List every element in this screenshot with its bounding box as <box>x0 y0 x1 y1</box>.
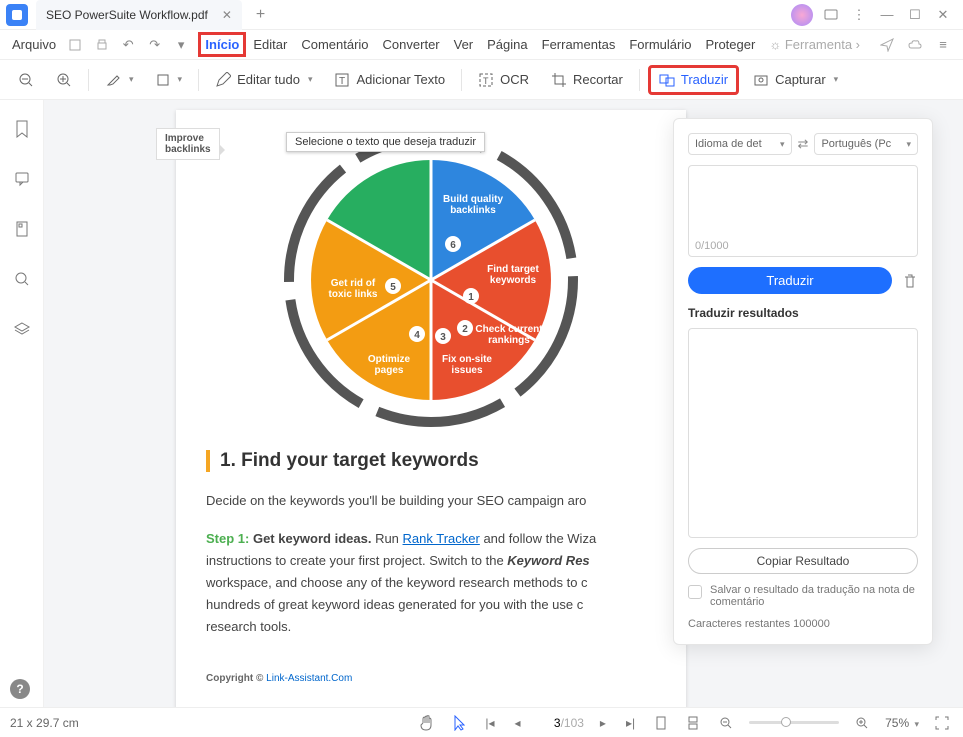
chat-icon[interactable] <box>817 1 845 29</box>
translate-panel: Idioma de det▾ ⇄ Português (Pc▾ 0/1000 T… <box>673 118 933 645</box>
help-button[interactable]: ? <box>10 679 30 699</box>
copy-result-button[interactable]: Copiar Resultado <box>688 548 918 574</box>
save-as-note-checkbox[interactable] <box>688 585 702 599</box>
comment-panel-icon[interactable] <box>11 168 33 190</box>
translation-result-box <box>688 328 918 538</box>
svg-text:Get rid oftoxic links: Get rid oftoxic links <box>329 278 378 300</box>
dropdown-icon[interactable]: ▾ <box>168 32 194 58</box>
select-tool-icon[interactable] <box>449 715 469 731</box>
zoom-in-button[interactable] <box>48 68 80 92</box>
add-text-button[interactable]: TAdicionar Texto <box>326 68 453 92</box>
zoom-slider[interactable] <box>749 721 839 724</box>
save-icon[interactable] <box>62 32 88 58</box>
prev-page-icon[interactable]: ◂ <box>511 716 525 730</box>
capture-button[interactable]: Capturar▾ <box>745 68 846 92</box>
svg-text:Build qualitybacklinks: Build qualitybacklinks <box>443 194 503 216</box>
zoom-in-status-icon[interactable] <box>851 716 873 730</box>
single-page-icon[interactable] <box>651 716 671 730</box>
app-logo <box>6 4 28 26</box>
highlight-tool[interactable]: ▾ <box>97 68 142 92</box>
menu-proteger[interactable]: Proteger <box>698 31 762 58</box>
menu-inicio[interactable]: Início <box>198 32 246 57</box>
source-language-select[interactable]: Idioma de det▾ <box>688 133 792 155</box>
zoom-out-button[interactable] <box>10 68 42 92</box>
kebab-menu-icon[interactable]: ⋮ <box>845 1 873 29</box>
svg-text:6: 6 <box>450 240 456 251</box>
window-close-icon[interactable]: ✕ <box>929 1 957 29</box>
svg-text:3: 3 <box>440 332 446 343</box>
attachment-panel-icon[interactable] <box>11 218 33 240</box>
fullscreen-icon[interactable] <box>931 716 953 730</box>
tab-title: SEO PowerSuite Workflow.pdf <box>46 8 208 22</box>
remaining-chars: Caracteres restantes 100000 <box>688 618 918 630</box>
ocr-button[interactable]: TOCR <box>470 68 537 92</box>
window-minimize-icon[interactable]: — <box>873 1 901 29</box>
hand-tool-icon[interactable] <box>415 715 437 731</box>
shape-tool[interactable]: ▾ <box>148 69 191 91</box>
seo-workflow-chart: Build qualitybacklinks Find targetkeywor… <box>281 130 581 430</box>
menu-icon[interactable]: ≡ <box>929 32 957 58</box>
next-page-icon[interactable]: ▸ <box>596 716 610 730</box>
translate-action-button[interactable]: Traduzir <box>688 267 892 294</box>
continuous-page-icon[interactable] <box>683 716 703 730</box>
menu-formulario[interactable]: Formulário <box>622 31 698 58</box>
menu-pagina[interactable]: Página <box>480 31 534 58</box>
send-icon[interactable] <box>873 32 901 58</box>
rank-tracker-link[interactable]: Rank Tracker <box>403 531 480 546</box>
edit-all-button[interactable]: Editar tudo▾ <box>207 68 320 92</box>
doc-paragraph: Step 1: Get keyword ideas. Run Rank Trac… <box>206 528 656 638</box>
menu-extra[interactable]: ☼ Ferramenta › <box>762 31 867 58</box>
add-tab-button[interactable]: + <box>256 6 265 24</box>
menu-converter[interactable]: Converter <box>376 31 447 58</box>
target-language-select[interactable]: Português (Pc▾ <box>814 133 918 155</box>
zoom-out-status-icon[interactable] <box>715 716 737 730</box>
improve-backlinks-callout: Improvebacklinks <box>156 128 220 160</box>
svg-text:T: T <box>483 76 489 86</box>
menu-ver[interactable]: Ver <box>447 31 481 58</box>
char-count: 0/1000 <box>695 240 729 252</box>
current-page-input[interactable] <box>537 716 561 730</box>
layers-icon[interactable] <box>11 318 33 340</box>
source-text-input[interactable]: 0/1000 <box>688 165 918 257</box>
crop-button[interactable]: Recortar <box>543 68 631 92</box>
svg-text:Find targetkeywords: Find targetkeywords <box>487 264 539 286</box>
menu-ferramentas[interactable]: Ferramentas <box>535 31 623 58</box>
redo-icon[interactable]: ↷ <box>141 32 167 58</box>
copyright-link[interactable]: Link-Assistant.Com <box>266 673 352 684</box>
svg-text:2: 2 <box>462 324 468 335</box>
status-bar: 21 x 29.7 cm |◂ ◂ /103 ▸ ▸| 75% ▾ <box>0 707 963 737</box>
file-menu[interactable]: Arquivo <box>6 37 62 52</box>
bookmark-icon[interactable] <box>11 118 33 140</box>
pdf-page: Improvebacklinks Selecione o texto que d… <box>176 110 686 720</box>
last-page-icon[interactable]: ▸| <box>622 716 639 730</box>
window-maximize-icon[interactable]: ☐ <box>901 1 929 29</box>
save-note-label: Salvar o resultado da tradução na nota d… <box>710 584 918 608</box>
close-tab-icon[interactable]: ✕ <box>222 8 232 22</box>
svg-text:4: 4 <box>414 330 420 341</box>
menu-editar[interactable]: Editar <box>246 31 294 58</box>
translate-tooltip: Selecione o texto que deseja traduzir <box>286 132 485 152</box>
menu-comentario[interactable]: Comentário <box>294 31 375 58</box>
translate-button[interactable]: Traduzir <box>648 65 739 95</box>
svg-text:5: 5 <box>390 282 396 293</box>
undo-icon[interactable]: ↶ <box>115 32 141 58</box>
copyright-line: Copyright © Link-Assistant.Com <box>206 673 656 684</box>
cloud-icon[interactable] <box>901 32 929 58</box>
first-page-icon[interactable]: |◂ <box>481 716 498 730</box>
doc-paragraph: Decide on the keywords you'll be buildin… <box>206 490 656 512</box>
svg-text:T: T <box>339 76 345 87</box>
results-title: Traduzir resultados <box>688 306 918 320</box>
print-icon[interactable] <box>89 32 115 58</box>
search-panel-icon[interactable] <box>11 268 33 290</box>
user-avatar[interactable] <box>791 4 813 26</box>
document-tab[interactable]: SEO PowerSuite Workflow.pdf ✕ <box>36 0 242 30</box>
svg-text:1: 1 <box>468 292 474 303</box>
zoom-level[interactable]: 75% ▾ <box>885 716 919 730</box>
page-indicator[interactable]: /103 <box>537 716 584 730</box>
swap-languages-icon[interactable]: ⇄ <box>798 136 809 152</box>
page-dimensions: 21 x 29.7 cm <box>10 716 79 730</box>
doc-heading: 1. Find your target keywords <box>206 450 656 472</box>
clear-icon[interactable] <box>902 273 918 289</box>
